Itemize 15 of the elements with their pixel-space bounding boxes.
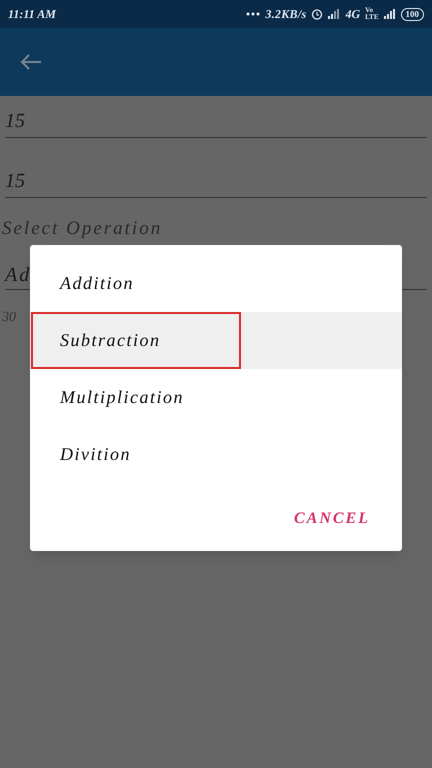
- cancel-button[interactable]: CANCEL: [290, 503, 374, 535]
- operation-option[interactable]: Multiplication: [30, 369, 402, 426]
- signal-icon: [328, 9, 340, 19]
- back-arrow-icon[interactable]: [20, 53, 42, 71]
- battery-level: 100: [400, 8, 424, 20]
- operation-option[interactable]: Divition: [30, 426, 402, 483]
- operation-option[interactable]: Subtraction: [30, 312, 402, 369]
- dots-icon: [246, 12, 260, 16]
- alarm-clock-icon: [311, 8, 324, 20]
- network-speed: 3.2KB/s: [265, 6, 306, 23]
- network-type: 4G: [345, 6, 360, 23]
- operation-option[interactable]: Addition: [30, 255, 402, 312]
- signal-icon: [384, 9, 396, 19]
- status-time: 11:11 AM: [8, 6, 56, 23]
- select-operation-label: Select Operation: [1, 218, 164, 240]
